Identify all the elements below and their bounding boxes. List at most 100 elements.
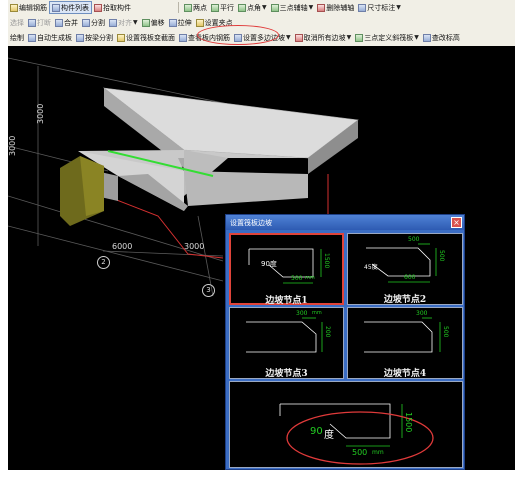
node-4-height: 500 <box>442 326 449 338</box>
node-3-top-width: 300 <box>296 310 308 317</box>
dimension-label-3000-top: 3000 <box>36 103 45 124</box>
node-2-top-width: 500 <box>408 236 420 243</box>
two-points-label: 两点 <box>193 3 207 12</box>
node-3-unit: mm <box>312 310 322 316</box>
highlight-ellipse-toolbar <box>197 25 279 45</box>
pick-icon <box>94 3 102 12</box>
set-slope-dialog: 设置筏板边坡 × 90度 1500 500 mm 边坡节点1 500 500 4… <box>225 214 465 470</box>
dialog-titlebar[interactable]: 设置筏板边坡 × <box>226 215 464 230</box>
dimension-label-3000-left: 3000 <box>8 135 17 156</box>
three-point-aux-label: 三点辅轴 <box>279 3 308 12</box>
merge-icon <box>55 18 63 27</box>
auto-generate-icon <box>28 33 36 42</box>
cancel-all-slopes-label: 取消所有边坡 <box>303 33 346 42</box>
dropdown-arrow-icon: ▼ <box>308 4 314 11</box>
offset-button[interactable]: 偏移 <box>140 16 167 29</box>
draw-label: 绘制 <box>10 33 24 42</box>
node-shape-outline <box>246 321 317 353</box>
parallel-button[interactable]: 平行 <box>209 1 236 14</box>
close-button[interactable]: × <box>451 217 462 228</box>
align-button[interactable]: 对齐 ▼ <box>107 16 140 29</box>
node-2-label: 边坡节点2 <box>383 295 427 305</box>
node-2-width: 600 <box>404 274 416 281</box>
offset-label: 偏移 <box>150 18 165 27</box>
preview-shape-outline <box>280 403 391 439</box>
node-4-label: 边坡节点4 <box>383 369 427 379</box>
select-button[interactable]: 选择 <box>8 16 26 29</box>
grid-line <box>8 225 224 282</box>
set-slope-section-button[interactable]: 设置筏板变截面 <box>115 31 177 44</box>
dimension-icon <box>358 3 367 12</box>
auto-generate-label: 自动生成板 <box>37 33 72 42</box>
split-by-beam-icon <box>76 33 84 42</box>
node-shape-outline <box>364 321 433 353</box>
edit-rebar-icon <box>10 3 18 12</box>
dropdown-arrow-icon: ▼ <box>346 34 352 41</box>
cancel-all-slopes-button[interactable]: 取消所有边坡 ▼ <box>293 31 354 44</box>
axis-marker-3: 3 <box>202 284 215 297</box>
slope-node-4-option[interactable]: 300 500 边坡节点4 <box>347 307 463 379</box>
dropdown-arrow-icon: ▼ <box>262 4 267 11</box>
slope-node-2-option[interactable]: 500 500 45度 600 边坡节点2 <box>347 233 463 305</box>
dimension-label-3000-bottom: 3000 <box>184 242 205 251</box>
stretch-icon <box>168 18 177 27</box>
slope-node-3-option[interactable]: 300 mm 200 边坡节点3 <box>229 307 344 379</box>
stretch-button[interactable]: 拉伸 <box>167 16 194 29</box>
preview-unit: mm <box>372 449 384 456</box>
point-angle-label: 点角 <box>247 3 261 12</box>
delete-aux-button[interactable]: 删除辅轴 <box>315 1 356 14</box>
delete-aux-icon <box>317 3 326 12</box>
view-elevation-button[interactable]: 查改标高 <box>421 31 462 44</box>
three-point-slope-button[interactable]: 三点定义斜筏板 ▼ <box>353 31 421 44</box>
parallel-label: 平行 <box>220 3 234 12</box>
select-label: 选择 <box>10 18 24 27</box>
preview-angle-unit: 度 <box>324 430 334 441</box>
dropdown-arrow-icon: ▼ <box>396 4 401 11</box>
stretch-label: 拉伸 <box>177 18 192 27</box>
align-label: 对齐 <box>118 18 132 27</box>
dialog-title: 设置筏板边坡 <box>230 219 272 227</box>
preview-diagram <box>279 403 434 465</box>
auto-generate-button[interactable]: 自动生成板 <box>26 31 74 44</box>
cancel-slopes-icon <box>294 33 303 42</box>
slope-node-1-option[interactable]: 90度 1500 500 mm 边坡节点1 <box>229 233 344 306</box>
set-tip-icon <box>195 18 204 27</box>
node-2-angle: 45度 <box>364 264 378 271</box>
three-point-aux-button[interactable]: 三点辅轴 ▼ <box>269 1 316 14</box>
node-shape-outline <box>249 248 314 278</box>
split-label: 分割 <box>91 18 105 27</box>
dimension-button[interactable]: 尺寸标注 ▼ <box>356 1 403 14</box>
draw-button[interactable]: 绘制 <box>8 31 26 44</box>
break-button[interactable]: 打断 <box>26 16 53 29</box>
edit-rebar-label: 编辑钢筋 <box>19 3 47 12</box>
view-elevation-label: 查改标高 <box>431 33 460 42</box>
node-3-label: 边坡节点3 <box>265 369 308 379</box>
two-points-button[interactable]: 两点 <box>182 1 209 14</box>
component-list-label: 构件列表 <box>61 3 89 12</box>
break-icon <box>28 18 36 27</box>
pick-component-button[interactable]: 拾取构件 <box>92 1 133 14</box>
list-icon <box>52 3 60 12</box>
merge-button[interactable]: 合并 <box>53 16 80 29</box>
component-list-button[interactable]: 构件列表 <box>49 1 92 14</box>
split-by-beam-label: 按梁分割 <box>85 33 113 42</box>
node-3-height: 200 <box>324 326 331 338</box>
dimension-label: 尺寸标注 <box>367 3 396 12</box>
dimension-label-6000: 6000 <box>112 242 133 251</box>
edit-rebar-button[interactable]: 编辑钢筋 <box>8 1 49 14</box>
point-angle-icon <box>238 3 246 12</box>
delete-aux-label: 删除辅轴 <box>326 3 355 12</box>
split-button[interactable]: 分割 <box>80 16 107 29</box>
node-1-angle: 90度 <box>261 260 277 268</box>
node-1-width: 500 <box>291 275 303 282</box>
preview-height: 1500 <box>404 412 413 433</box>
set-slope-section-label: 设置筏板变截面 <box>126 33 175 42</box>
view-rebar-icon <box>179 33 187 42</box>
slope-preview-panel: 90 度 1500 500 mm <box>229 381 463 468</box>
split-icon <box>82 18 90 27</box>
point-angle-button[interactable]: 点角 ▼ <box>236 1 269 14</box>
dropdown-arrow-icon: ▼ <box>133 19 138 26</box>
align-icon <box>109 18 117 27</box>
split-by-beam-button[interactable]: 按梁分割 <box>74 31 115 44</box>
preview-angle: 90 <box>310 426 323 437</box>
